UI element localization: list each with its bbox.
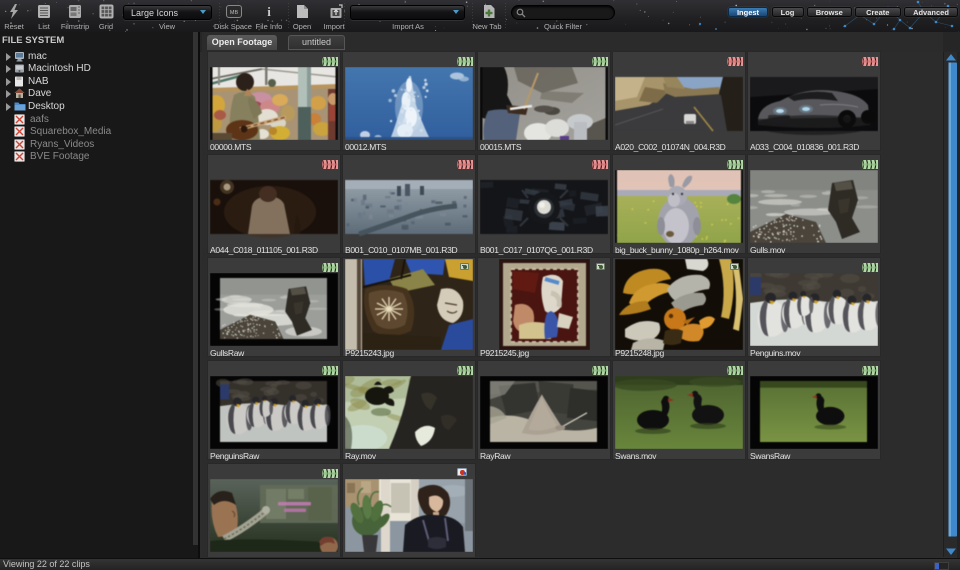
svg-text:MB: MB — [230, 10, 239, 16]
